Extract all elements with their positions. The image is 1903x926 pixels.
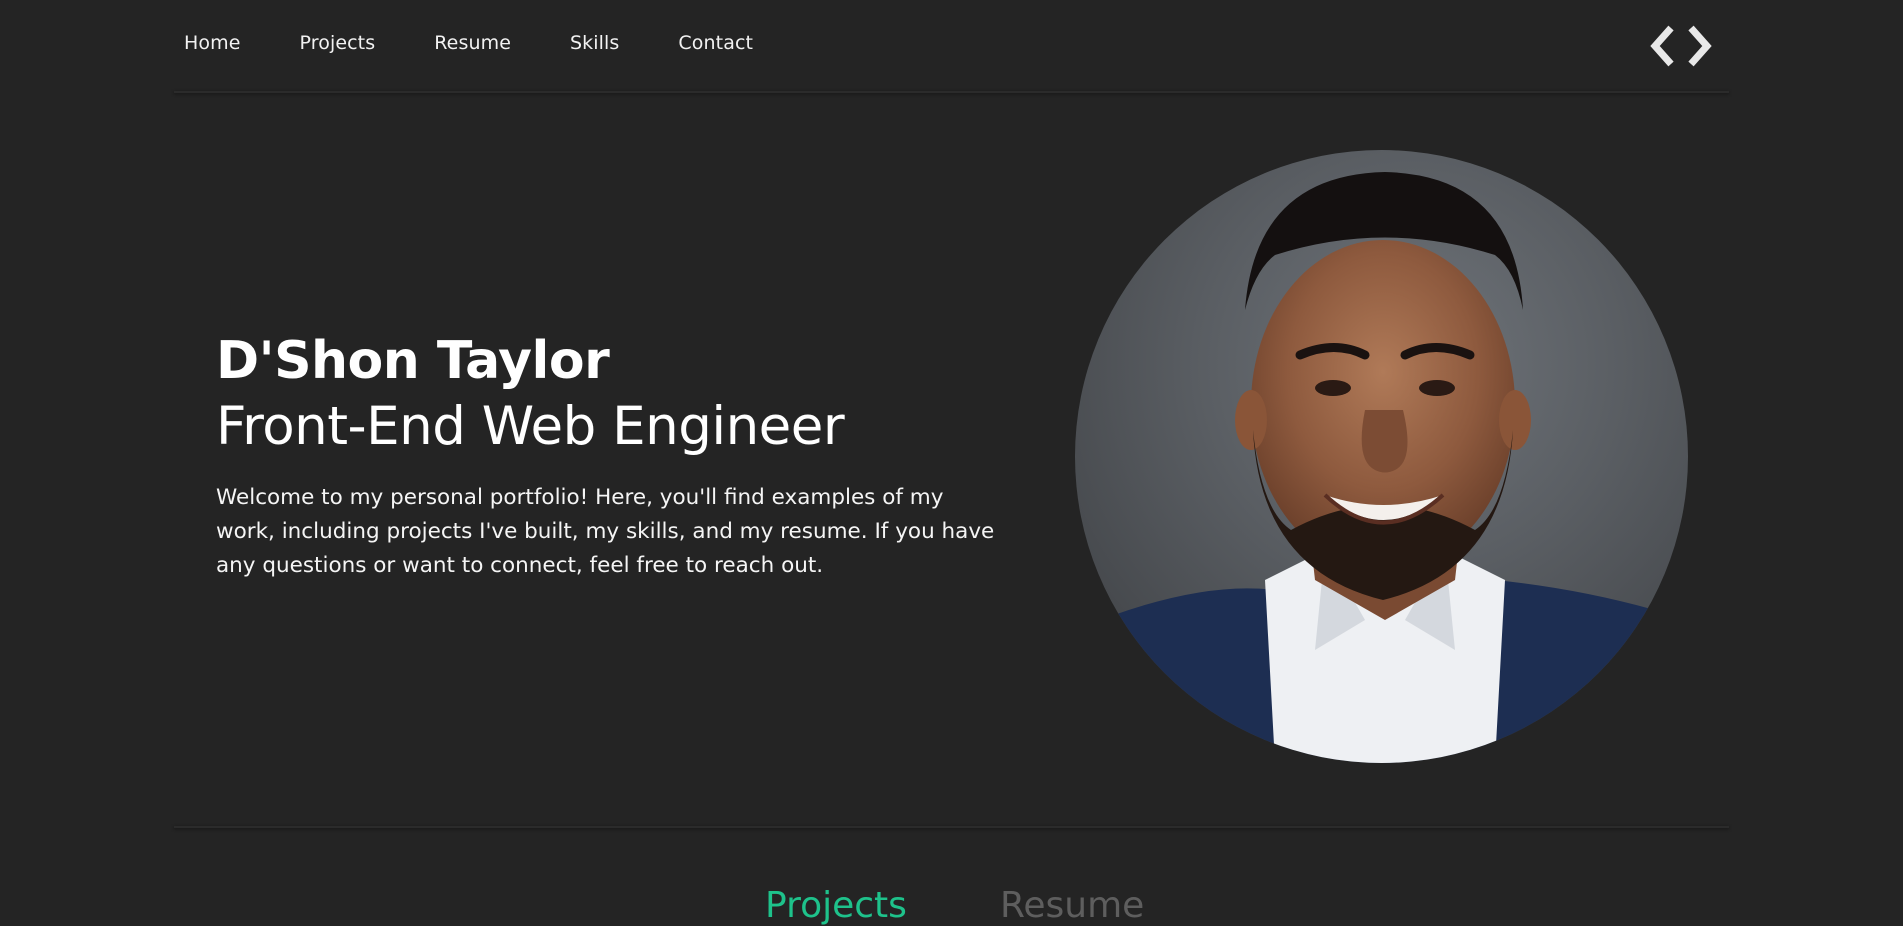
nav-link-resume[interactable]: Resume (434, 32, 511, 54)
nav-link-projects[interactable]: Projects (300, 32, 376, 54)
section-tabs: Projects Resume (0, 886, 1903, 926)
profile-photo (1075, 150, 1688, 763)
tab-resume[interactable]: Resume (1000, 886, 1144, 926)
hero-role: Front-End Web Engineer (216, 396, 845, 457)
nav-links: Home Projects Resume Skills Contact (184, 32, 812, 54)
navbar: Home Projects Resume Skills Contact (0, 0, 1903, 92)
hero-name: D'Shon Taylor (216, 331, 610, 391)
nav-link-contact[interactable]: Contact (678, 32, 753, 54)
section-divider (174, 826, 1729, 828)
header-divider (174, 91, 1729, 93)
hero-intro: Welcome to my personal portfolio! Here, … (216, 485, 995, 578)
nav-link-home[interactable]: Home (184, 32, 241, 54)
nav-link-skills[interactable]: Skills (570, 32, 619, 54)
tab-projects[interactable]: Projects (765, 886, 907, 926)
code-brackets-icon[interactable] (1645, 24, 1717, 68)
hero-section: D'Shon Taylor Front-End Web Engineer Wel… (216, 328, 1006, 583)
